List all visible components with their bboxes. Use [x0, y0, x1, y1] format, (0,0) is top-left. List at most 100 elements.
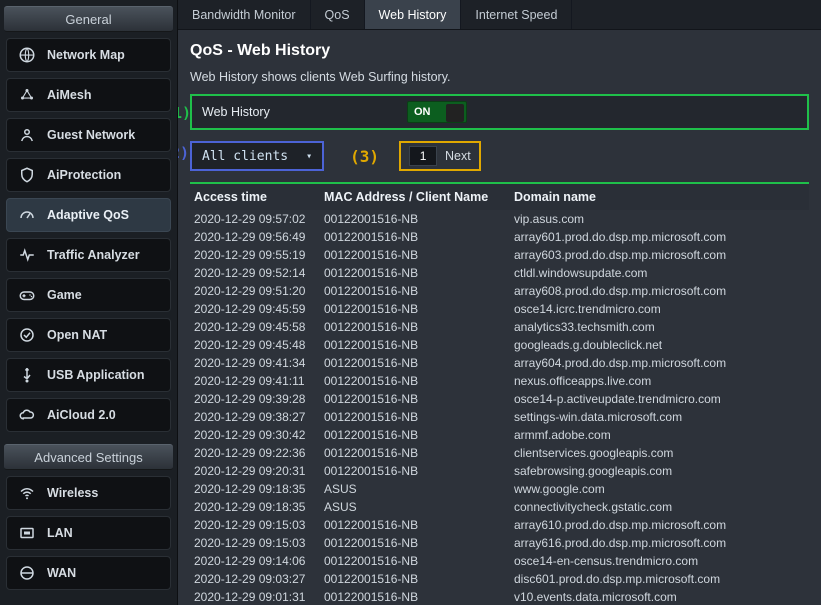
history-table: Access time MAC Address / Client Name Do…: [190, 182, 809, 605]
cell-mac-client: 00122001516-NB: [324, 301, 514, 317]
sidebar-item-wan[interactable]: WAN: [6, 556, 171, 590]
cell-domain: analytics33.techsmith.com: [514, 319, 805, 335]
cell-mac-client: 00122001516-NB: [324, 409, 514, 425]
table-row: 2020-12-29 09:41:1100122001516-NBnexus.o…: [190, 372, 809, 390]
tab-web-history[interactable]: Web History: [365, 0, 462, 29]
cell-domain: array601.prod.do.dsp.mp.microsoft.com: [514, 229, 805, 245]
cell-access-time: 2020-12-29 09:56:49: [194, 229, 324, 245]
sidebar: General Network Map AiMesh Guest Network…: [0, 0, 178, 605]
pulse-icon: [17, 245, 37, 265]
sidebar-item-aicloud[interactable]: AiCloud 2.0: [6, 398, 171, 432]
table-row: 2020-12-29 09:15:0300122001516-NBarray61…: [190, 516, 809, 534]
cell-mac-client: 00122001516-NB: [324, 283, 514, 299]
cell-domain: nexus.officeapps.live.com: [514, 373, 805, 389]
tab-bandwidth-monitor[interactable]: Bandwidth Monitor: [178, 0, 311, 29]
table-row: 2020-12-29 09:18:35ASUSwww.google.com: [190, 480, 809, 498]
cell-mac-client: 00122001516-NB: [324, 445, 514, 461]
table-body: 2020-12-29 09:57:0200122001516-NBvip.asu…: [190, 210, 809, 605]
cell-domain: v10.events.data.microsoft.com: [514, 589, 805, 605]
table-row: 2020-12-29 09:41:3400122001516-NBarray60…: [190, 354, 809, 372]
table-row: 2020-12-29 09:01:3100122001516-NBv10.eve…: [190, 588, 809, 605]
tab-internet-speed[interactable]: Internet Speed: [461, 0, 572, 29]
table-row: 2020-12-29 09:56:4900122001516-NBarray60…: [190, 228, 809, 246]
cell-mac-client: 00122001516-NB: [324, 229, 514, 245]
lan-icon: [17, 523, 37, 543]
next-button[interactable]: Next: [445, 149, 471, 163]
cell-domain: array616.prod.do.dsp.mp.microsoft.com: [514, 535, 805, 551]
sidebar-item-label: LAN: [47, 526, 73, 540]
sidebar-item-guest-network[interactable]: Guest Network: [6, 118, 171, 152]
client-select[interactable]: All clients ▾: [190, 141, 324, 171]
cell-domain: settings-win.data.microsoft.com: [514, 409, 805, 425]
client-select-value: All clients: [202, 149, 288, 164]
sidebar-item-label: Wireless: [47, 486, 98, 500]
cell-mac-client: 00122001516-NB: [324, 247, 514, 263]
cell-access-time: 2020-12-29 09:03:27: [194, 571, 324, 587]
sidebar-item-adaptive-qos[interactable]: Adaptive QoS: [6, 198, 171, 232]
usb-icon: [17, 365, 37, 385]
sidebar-item-traffic-analyzer[interactable]: Traffic Analyzer: [6, 238, 171, 272]
sidebar-item-usb-application[interactable]: USB Application: [6, 358, 171, 392]
sidebar-item-wireless[interactable]: Wireless: [6, 476, 171, 510]
page-description: Web History shows clients Web Surfing hi…: [190, 70, 809, 84]
cell-mac-client: 00122001516-NB: [324, 463, 514, 479]
cell-mac-client: ASUS: [324, 481, 514, 497]
cell-domain: ctldl.windowsupdate.com: [514, 265, 805, 281]
sidebar-item-label: AiCloud 2.0: [47, 408, 116, 422]
wifi-icon: [17, 483, 37, 503]
gauge-icon: [17, 205, 37, 225]
cell-access-time: 2020-12-29 09:14:06: [194, 553, 324, 569]
sidebar-item-aiprotection[interactable]: AiProtection: [6, 158, 171, 192]
main-panel: Bandwidth Monitor QoS Web History Intern…: [178, 0, 821, 605]
sidebar-item-lan[interactable]: LAN: [6, 516, 171, 550]
th-domain: Domain name: [514, 190, 805, 204]
table-row: 2020-12-29 09:45:5900122001516-NBosce14.…: [190, 300, 809, 318]
page-number-input[interactable]: [409, 146, 437, 166]
pager: Next: [399, 141, 481, 171]
table-row: 2020-12-29 09:15:0300122001516-NBarray61…: [190, 534, 809, 552]
cloud-icon: [17, 405, 37, 425]
tab-bar: Bandwidth Monitor QoS Web History Intern…: [178, 0, 821, 30]
sidebar-item-game[interactable]: Game: [6, 278, 171, 312]
cell-domain: array604.prod.do.dsp.mp.microsoft.com: [514, 355, 805, 371]
cell-access-time: 2020-12-29 09:41:34: [194, 355, 324, 371]
table-row: 2020-12-29 09:18:35ASUSconnectivitycheck…: [190, 498, 809, 516]
cell-access-time: 2020-12-29 09:39:28: [194, 391, 324, 407]
cell-domain: array603.prod.do.dsp.mp.microsoft.com: [514, 247, 805, 263]
sidebar-section-general: General: [4, 6, 173, 32]
cell-domain: vip.asus.com: [514, 211, 805, 227]
toggle-text: ON: [414, 106, 431, 118]
cell-access-time: 2020-12-29 09:18:35: [194, 499, 324, 515]
table-row: 2020-12-29 09:45:5800122001516-NBanalyti…: [190, 318, 809, 336]
cell-mac-client: 00122001516-NB: [324, 517, 514, 533]
table-row: 2020-12-29 09:52:1400122001516-NBctldl.w…: [190, 264, 809, 282]
page-title: QoS - Web History: [190, 42, 809, 60]
web-history-toggle[interactable]: ON: [407, 101, 467, 123]
sidebar-item-label: Game: [47, 288, 82, 302]
table-row: 2020-12-29 09:22:3600122001516-NBclients…: [190, 444, 809, 462]
controls-row: (2) All clients ▾ (3) Next: [190, 140, 809, 172]
cell-access-time: 2020-12-29 09:38:27: [194, 409, 324, 425]
cell-domain: clientservices.googleapis.com: [514, 445, 805, 461]
cell-mac-client: 00122001516-NB: [324, 319, 514, 335]
table-row: 2020-12-29 09:14:0600122001516-NBosce14-…: [190, 552, 809, 570]
sidebar-item-label: Open NAT: [47, 328, 107, 342]
cell-access-time: 2020-12-29 09:57:02: [194, 211, 324, 227]
tab-qos[interactable]: QoS: [311, 0, 365, 29]
sidebar-item-open-nat[interactable]: Open NAT: [6, 318, 171, 352]
cell-access-time: 2020-12-29 09:45:48: [194, 337, 324, 353]
sidebar-item-label: USB Application: [47, 368, 144, 382]
guest-icon: [17, 125, 37, 145]
sidebar-item-aimesh[interactable]: AiMesh: [6, 78, 171, 112]
globe-icon: [17, 45, 37, 65]
table-row: 2020-12-29 09:45:4800122001516-NBgooglea…: [190, 336, 809, 354]
sidebar-item-label: AiMesh: [47, 88, 91, 102]
sidebar-item-label: Network Map: [47, 48, 125, 62]
table-row: 2020-12-29 09:55:1900122001516-NBarray60…: [190, 246, 809, 264]
cell-access-time: 2020-12-29 09:30:42: [194, 427, 324, 443]
sidebar-item-network-map[interactable]: Network Map: [6, 38, 171, 72]
cell-mac-client: 00122001516-NB: [324, 265, 514, 281]
annotation-1: (1): [178, 104, 191, 122]
cell-mac-client: 00122001516-NB: [324, 553, 514, 569]
cell-mac-client: 00122001516-NB: [324, 373, 514, 389]
